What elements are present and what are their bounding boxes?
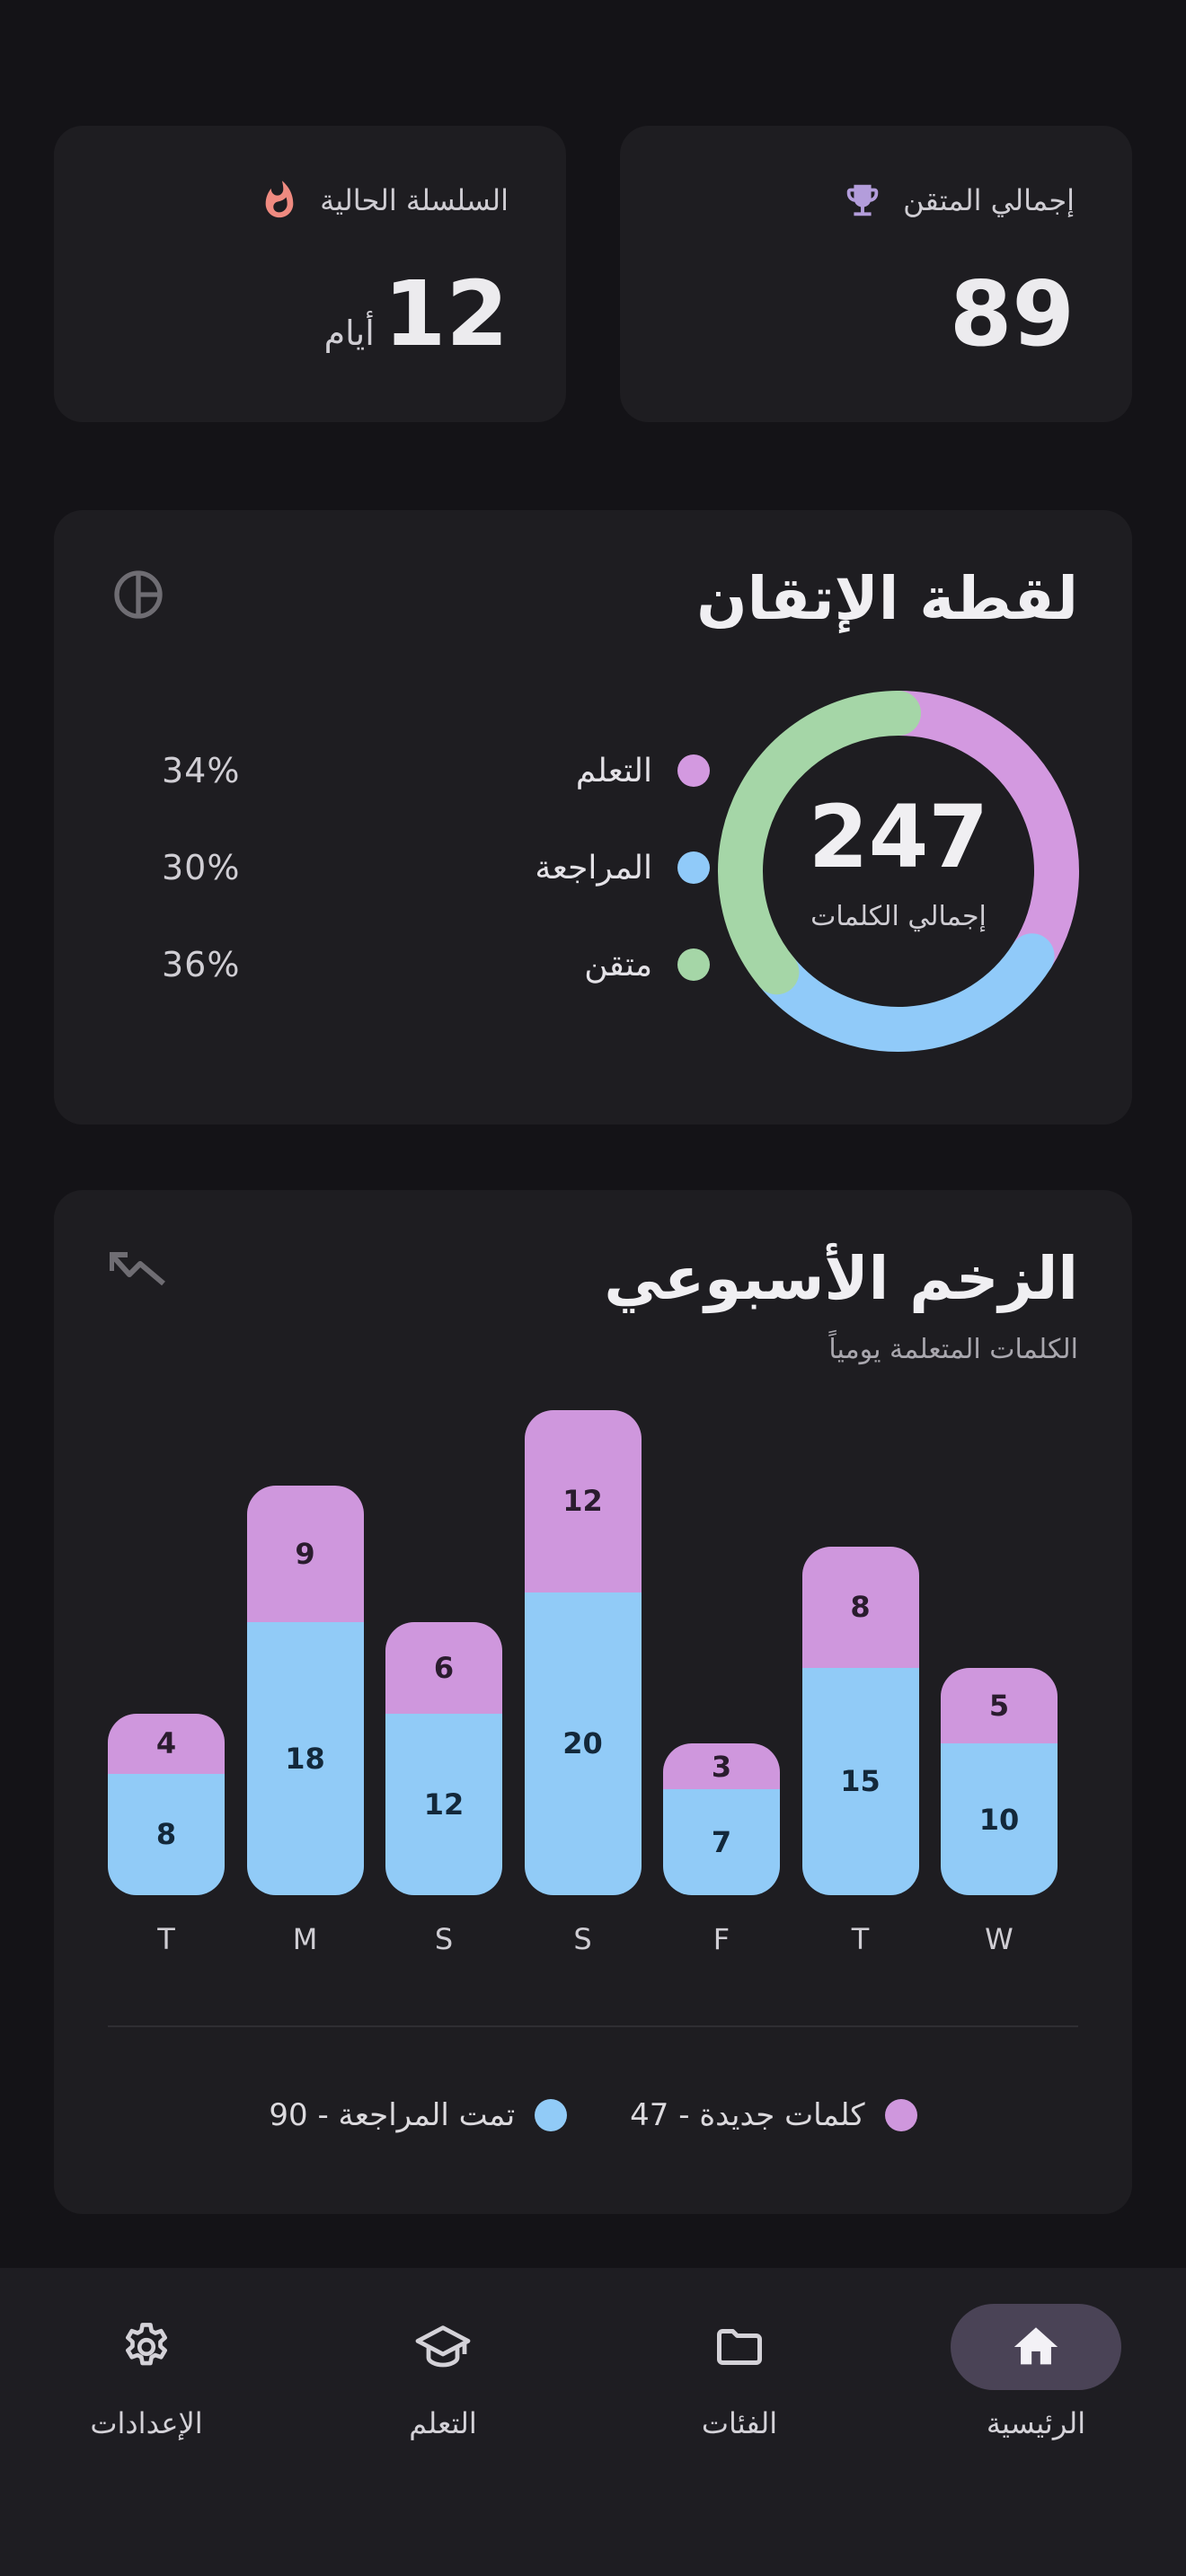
streak-label: السلسلة الحالية	[320, 183, 509, 217]
day-label: F	[712, 1922, 730, 1956]
donut-total: 247	[809, 787, 988, 887]
day-label: T	[157, 1922, 175, 1956]
bar-segment-reviewed: 18	[246, 1622, 364, 1895]
bar-2[interactable]: 6 12	[385, 1622, 502, 1895]
mastery-title: لقطة الإتقان	[696, 564, 1078, 633]
nav-home-indicator[interactable]	[951, 2304, 1121, 2390]
mastery-card: لقطة الإتقان 247 إجمالي الكلمات 34% التع…	[54, 510, 1132, 1125]
legend-review-name: المراجعة	[535, 849, 652, 887]
bar-segment-new-words: 3	[663, 1743, 780, 1789]
donut-segment-review	[754, 933, 1055, 1052]
legend-mastered: 36% متقن	[162, 938, 710, 992]
gear-icon	[126, 2323, 167, 2366]
streak-unit: أيام	[323, 313, 375, 353]
legend-reviewed-text: تمت المراجعة - 90	[269, 2097, 516, 2133]
legend-review-pct: 30%	[162, 848, 241, 887]
bar-segment-reviewed: 10	[941, 1743, 1058, 1895]
legend-mastered-name: متقن	[584, 946, 652, 984]
streak-header: السلسلة الحالية	[259, 180, 509, 221]
nav-settings[interactable]: الإعدادات	[30, 2304, 263, 2440]
legend-reviewed: تمت المراجعة - 90	[269, 2097, 568, 2133]
bar-6[interactable]: 5 10	[941, 1667, 1058, 1895]
nav-learning-label: التعلم	[409, 2406, 477, 2440]
bar-segment-new-words: 4	[108, 1713, 225, 1774]
nav-home-label: الرئيسية	[986, 2406, 1086, 2440]
bar-segment-new-words: 12	[524, 1410, 642, 1592]
bar-segment-reviewed: 20	[524, 1592, 642, 1895]
reviewed-dot	[535, 2099, 568, 2131]
legend-mastered-name-wrap: متقن	[584, 947, 710, 984]
total-mastered-label: إجمالي المتقن	[903, 183, 1075, 217]
bar-4[interactable]: 37	[663, 1743, 780, 1895]
day-label: T	[851, 1922, 870, 1956]
bottom-navigation: الرئيسية الفئات التعلم الإعدادات	[0, 2268, 1186, 2576]
donut-total-label: إجمالي الكلمات	[810, 901, 987, 932]
bar-segment-reviewed: 15	[801, 1667, 919, 1895]
legend-new-words-text: كلمات جديدة - 47	[630, 2097, 865, 2133]
trending-icon[interactable]	[110, 1249, 167, 1289]
nav-settings-icon-wrap[interactable]	[61, 2304, 232, 2390]
mastered-dot	[677, 948, 710, 981]
bar-segment-reviewed: 7	[663, 1788, 780, 1895]
legend-mastered-pct: 36%	[162, 945, 241, 984]
day-label: S	[434, 1922, 454, 1956]
legend-learning-name-wrap: التعلم	[576, 753, 710, 790]
pie-chart-icon[interactable]	[110, 566, 167, 623]
nav-categories-icon-wrap[interactable]	[654, 2304, 825, 2390]
day-label: W	[985, 1922, 1013, 1956]
legend-review-name-wrap: المراجعة	[535, 850, 710, 887]
nav-learning-icon-wrap[interactable]	[358, 2304, 528, 2390]
bar-segment-new-words: 5	[941, 1667, 1058, 1744]
bar-0[interactable]: 48	[108, 1713, 225, 1896]
bar-5[interactable]: 8 15	[801, 1546, 919, 1895]
new-words-dot	[884, 2099, 917, 2131]
mastery-donut-chart: 247 إجمالي الكلمات	[718, 691, 1079, 1052]
weekly-legend: تمت المراجعة - 90 كلمات جديدة - 47	[0, 2084, 1186, 2147]
day-label: M	[292, 1922, 318, 1956]
fire-icon	[265, 181, 294, 218]
day-label: S	[573, 1922, 592, 1956]
streak-value-row: أيام 12	[324, 269, 509, 359]
nav-settings-label: الإعدادات	[90, 2406, 203, 2440]
learning-dot	[677, 754, 710, 787]
legend-review: 30% المراجعة	[162, 841, 710, 895]
review-dot	[677, 851, 710, 884]
total-mastered-value: 89	[949, 261, 1075, 366]
legend-learning: 34% التعلم	[162, 744, 710, 798]
home-icon	[1013, 2327, 1058, 2365]
streak-card: السلسلة الحالية أيام 12	[54, 126, 566, 422]
bar-segment-new-words: 8	[801, 1546, 919, 1668]
legend-learning-pct: 34%	[162, 751, 241, 790]
nav-learning[interactable]: التعلم	[326, 2304, 560, 2440]
bar-segment-new-words: 6	[385, 1622, 502, 1714]
nav-categories[interactable]: الفئات	[623, 2304, 856, 2440]
bar-segment-reviewed: 12	[385, 1713, 502, 1895]
bar-1[interactable]: 9 18	[246, 1486, 364, 1895]
weekly-subtitle: الكلمات المتعلمة يومياً	[828, 1334, 1078, 1365]
total-mastered-card: إجمالي المتقن 89	[620, 126, 1132, 422]
legend-new-words: كلمات جديدة - 47	[630, 2097, 917, 2133]
nav-categories-label: الفئات	[701, 2406, 778, 2440]
chart-divider	[108, 2025, 1078, 2027]
weekly-title: الزخم الأسبوعي	[604, 1244, 1078, 1313]
legend-learning-name: التعلم	[575, 752, 652, 790]
weekly-bar-chart: 4 8 9 18 6 12 12 20 3 7 8 15 5 10	[108, 1410, 1078, 1967]
bar-3[interactable]: 12 20	[524, 1410, 642, 1895]
bar-segment-reviewed: 8	[108, 1773, 225, 1895]
folder-icon	[717, 2329, 762, 2365]
school-icon	[415, 2325, 471, 2368]
trophy-icon	[846, 184, 879, 216]
total-mastered-header: إجمالي المتقن	[842, 180, 1075, 221]
bar-segment-new-words: 9	[246, 1486, 364, 1623]
nav-home[interactable]: الرئيسية	[919, 2304, 1153, 2440]
streak-value: 12	[383, 261, 509, 366]
